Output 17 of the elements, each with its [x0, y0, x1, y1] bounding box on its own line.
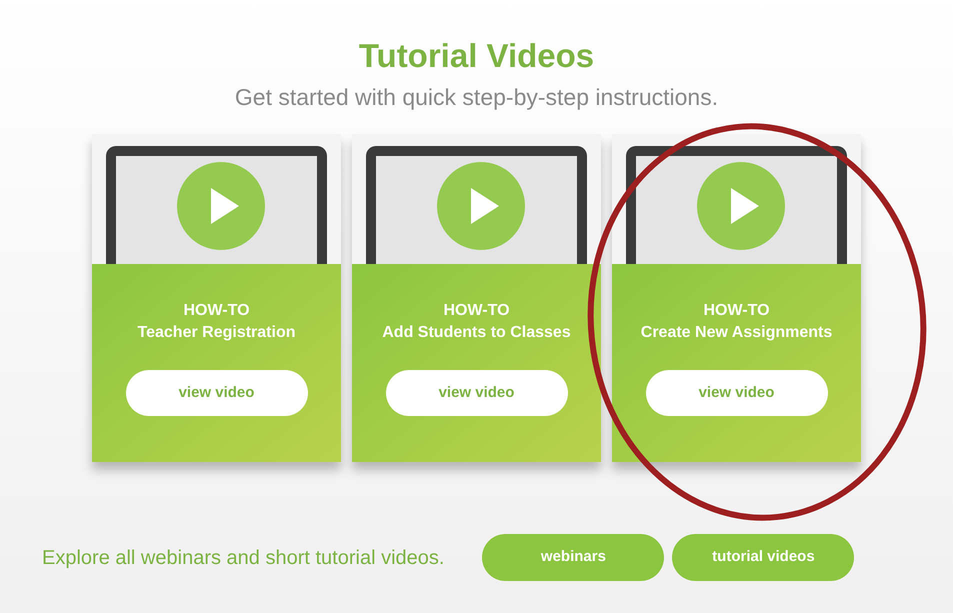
footer-button[interactable]: tutorial videos [672, 534, 854, 581]
page-subtitle: Get started with quick step-by-step instructions. [234, 83, 718, 112]
view-video-button[interactable]: view video [386, 370, 568, 416]
page-title: Tutorial Videos [358, 36, 594, 76]
card-title: Create New Assignments [640, 323, 832, 343]
card-eyebrow: HOW-TO [443, 301, 510, 321]
card-eyebrow: HOW-TO [703, 301, 770, 321]
card-title: Add Students to Classes [382, 323, 571, 343]
video-thumbnail[interactable] [352, 134, 601, 264]
footer-button[interactable]: webinars [482, 534, 664, 581]
video-thumbnail[interactable] [92, 134, 341, 264]
card-title: Teacher Registration [138, 323, 296, 343]
footer-text: Explore all webinars and short tutorial videos. [42, 546, 444, 570]
video-thumbnail[interactable] [612, 134, 861, 264]
view-video-button[interactable]: view video [646, 370, 828, 416]
card-eyebrow: HOW-TO [183, 301, 250, 321]
view-video-button[interactable]: view video [126, 370, 308, 416]
